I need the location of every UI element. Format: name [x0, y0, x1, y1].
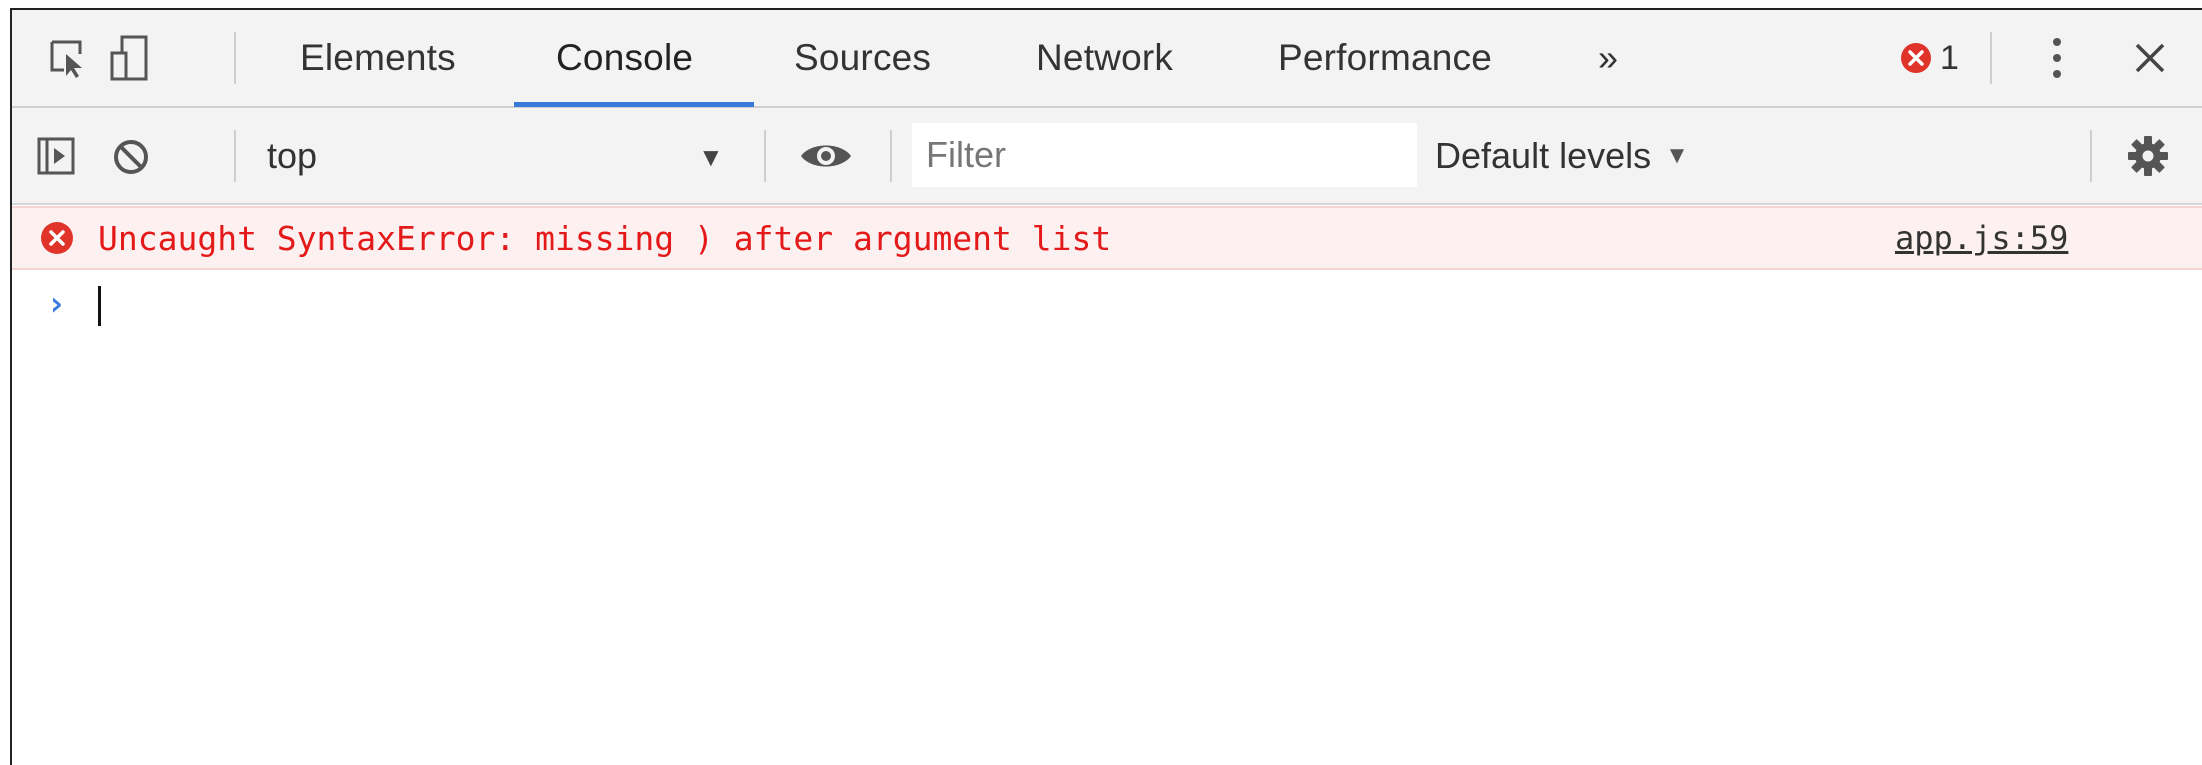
device-toolbar-icon[interactable]: [108, 34, 152, 82]
error-icon: [1901, 43, 1931, 73]
error-icon: [40, 221, 74, 255]
kebab-menu-icon[interactable]: [2042, 34, 2072, 82]
context-dropdown-caret[interactable]: ▼: [698, 142, 724, 173]
devtools-window: Elements Console Sources Network Perform…: [10, 8, 2202, 765]
toolbar-separator: [234, 130, 236, 182]
more-tabs-button[interactable]: »: [1598, 10, 1618, 106]
devtools-tabbar: Elements Console Sources Network Perform…: [12, 10, 2202, 108]
toolbar-separator: [890, 130, 892, 182]
log-levels-dropdown[interactable]: Default levels ▼: [1435, 108, 1689, 203]
inspect-element-icon[interactable]: [46, 36, 90, 80]
console-toolbar: top ▼ Default levels ▼: [12, 108, 2202, 205]
eye-icon[interactable]: [798, 138, 854, 174]
tabbar-separator: [234, 32, 236, 84]
tab-network[interactable]: Network: [1036, 10, 1173, 106]
toolbar-separator: [2090, 130, 2092, 182]
error-source-link[interactable]: app.js:59: [1895, 208, 2068, 268]
console-prompt[interactable]: ›: [12, 272, 2202, 336]
tab-performance[interactable]: Performance: [1278, 10, 1492, 106]
prompt-chevron-icon: ›: [46, 284, 67, 324]
tabbar-separator: [1990, 32, 1992, 84]
error-counter[interactable]: 1: [1900, 10, 1959, 106]
error-message-text: Uncaught SyntaxError: missing ) after ar…: [98, 218, 1112, 258]
error-count: 1: [1940, 38, 1959, 77]
clear-console-icon[interactable]: [110, 136, 152, 178]
show-sidebar-icon[interactable]: [36, 136, 76, 176]
console-error-message: Uncaught SyntaxError: missing ) after ar…: [12, 206, 2202, 270]
log-levels-label: Default levels: [1435, 134, 1652, 176]
active-tab-indicator: [514, 102, 754, 107]
gear-icon[interactable]: [2126, 134, 2170, 178]
context-selector[interactable]: top: [267, 108, 317, 203]
close-icon[interactable]: [2130, 38, 2170, 78]
text-cursor: [98, 286, 101, 326]
chevron-down-icon: ▼: [1665, 141, 1689, 169]
tab-sources[interactable]: Sources: [794, 10, 931, 106]
toolbar-separator: [764, 130, 766, 182]
tab-console[interactable]: Console: [556, 10, 693, 106]
filter-input[interactable]: [912, 123, 1417, 187]
tab-elements[interactable]: Elements: [300, 10, 456, 106]
